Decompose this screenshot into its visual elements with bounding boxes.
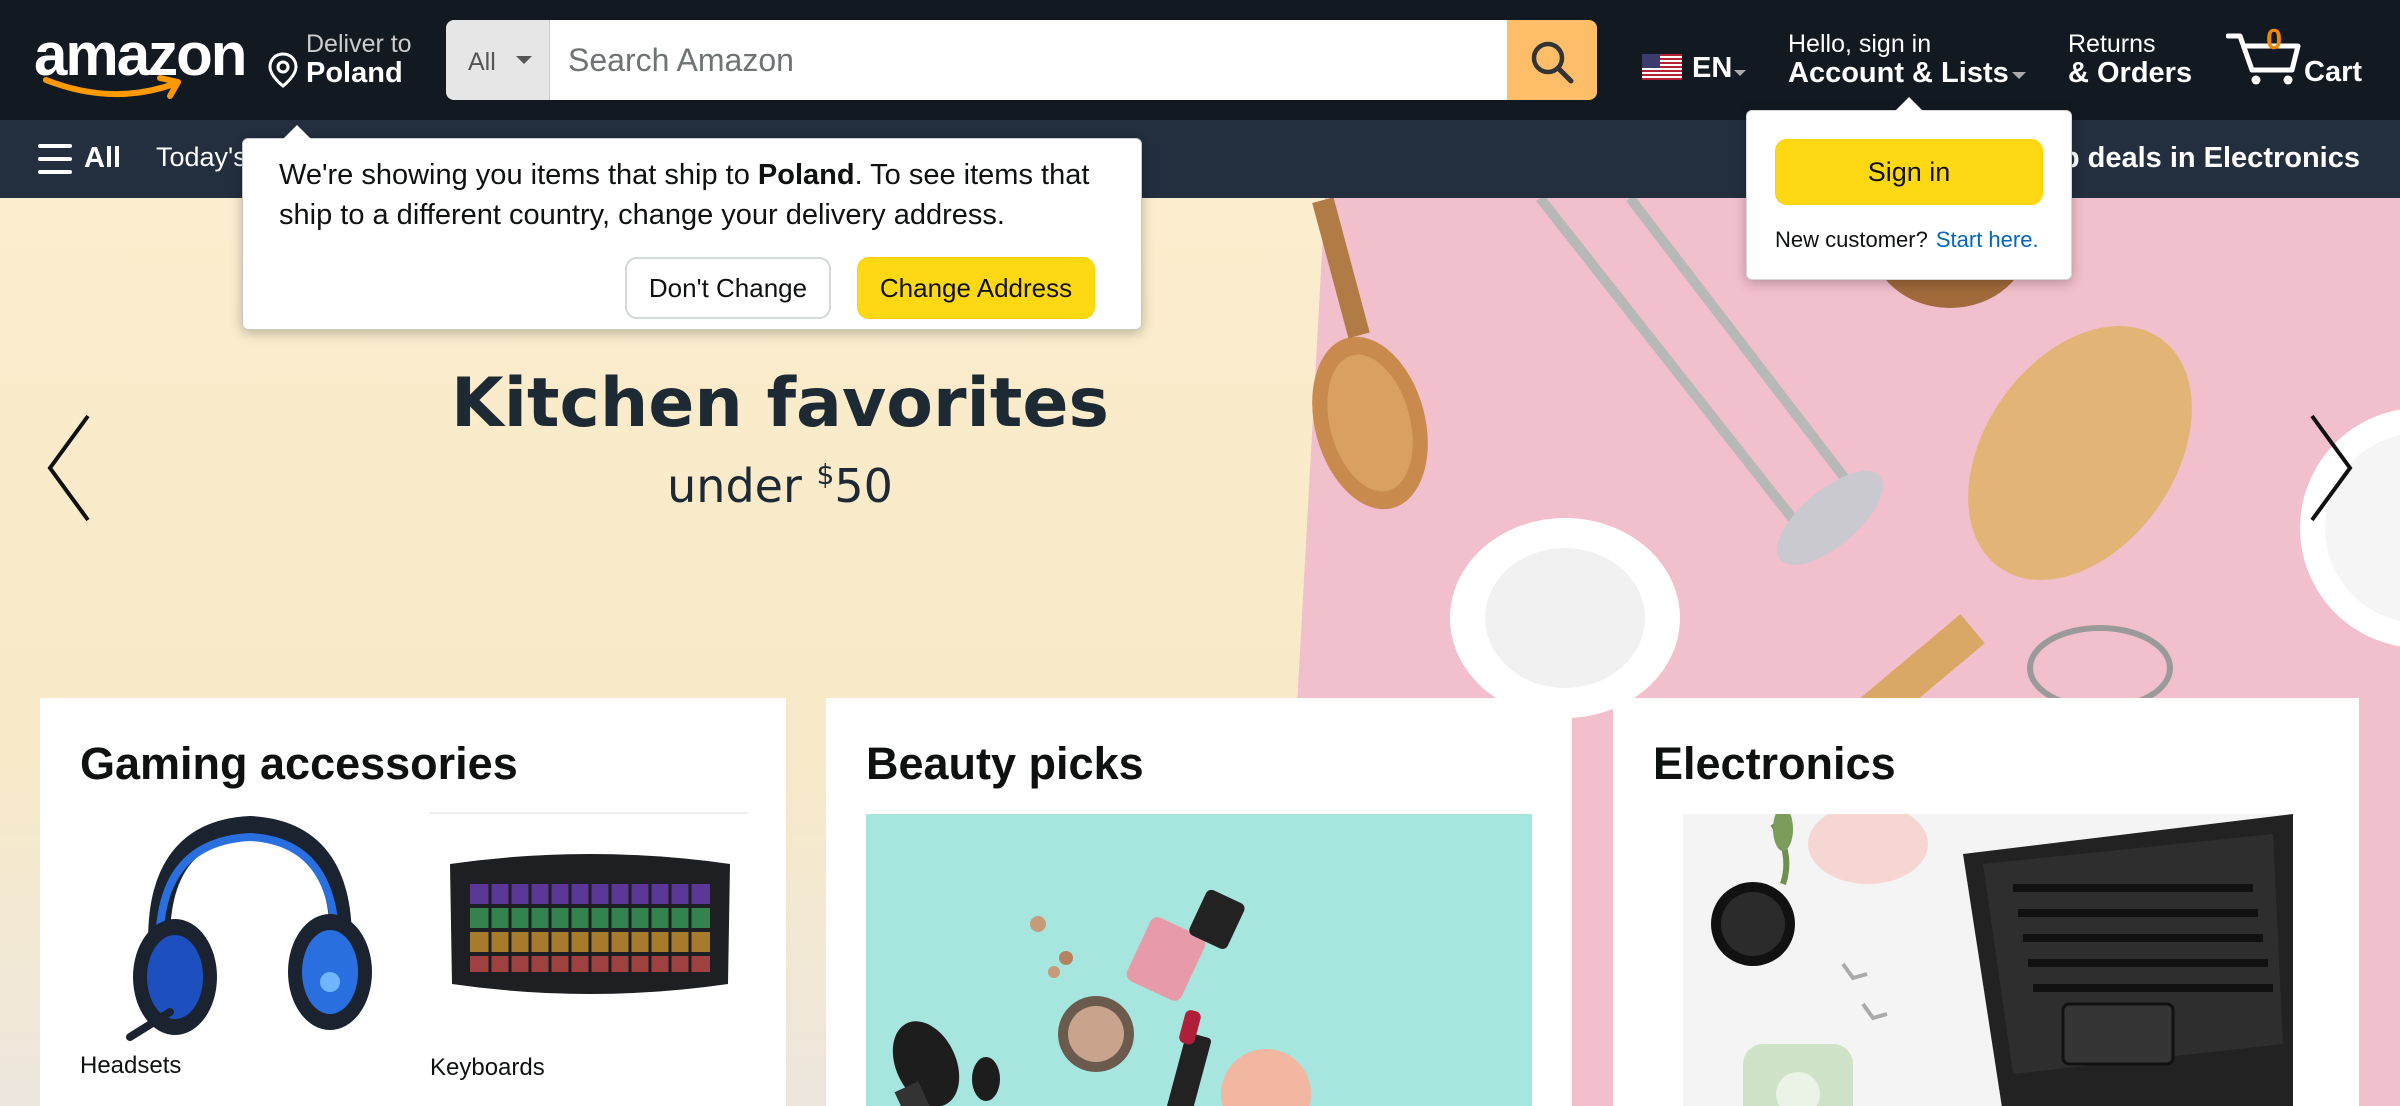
hero-subtitle-prefix: under	[667, 459, 817, 513]
nav-link-todays-deals[interactable]: Today's	[156, 142, 247, 173]
chevron-down-icon	[2012, 72, 2026, 79]
card-title[interactable]: Gaming accessories	[80, 738, 518, 790]
popover-caret	[283, 125, 311, 139]
search-bar: All	[446, 20, 1597, 100]
tile-keyboards[interactable]: Keyboards	[430, 812, 748, 1081]
headset-image	[126, 815, 372, 1041]
orders-label: & Orders	[2068, 57, 2193, 89]
search-category-dropdown[interactable]: All	[446, 20, 550, 100]
card-title[interactable]: Beauty picks	[866, 738, 1144, 790]
nav-link-electronics-deals[interactable]: p deals in Electronics	[2062, 142, 2360, 175]
laptop-desk-illustration	[1711, 814, 2293, 1106]
tile-headsets[interactable]: Headsets	[80, 812, 398, 1079]
search-icon	[1531, 41, 1574, 84]
hero-subtitle: under $50	[0, 458, 1560, 513]
cart-label: Cart	[2304, 56, 2363, 88]
nav-belt: amazon Deliver to Poland All Search Amaz…	[0, 0, 2400, 120]
deliver-to-label: Deliver to	[306, 30, 412, 58]
account-label: Account & Lists	[1788, 57, 2009, 89]
card-electronics: Electronics	[1613, 698, 2359, 1106]
all-menu-label: All	[84, 142, 122, 174]
search-button[interactable]	[1507, 20, 1597, 100]
new-customer-label: New customer?	[1775, 227, 1928, 252]
card-beauty-picks: Beauty picks	[826, 698, 1572, 1106]
popover-caret	[1895, 97, 1923, 111]
search-input[interactable]	[550, 20, 1507, 100]
carousel-next-button[interactable]	[2300, 408, 2360, 528]
language-code: EN	[1692, 52, 1733, 84]
search-category-label: All	[468, 48, 496, 76]
deliver-to[interactable]: Deliver to Poland	[268, 28, 418, 98]
hero-subtitle-currency: $	[816, 458, 835, 491]
hero-title: Kitchen favorites	[451, 364, 1109, 443]
amazon-smile-icon	[43, 75, 181, 99]
tile-caption: Keyboards	[430, 1054, 545, 1081]
electronics-image[interactable]	[1683, 814, 2293, 1106]
cart-icon	[2226, 33, 2301, 85]
us-flag-icon	[1642, 54, 1682, 80]
cart-count: 0	[2266, 24, 2283, 56]
language-selector[interactable]: EN	[1640, 50, 1750, 90]
delivery-location-message: We're showing you items that ship to Pol…	[279, 155, 1099, 235]
tile-caption: Headsets	[80, 1052, 182, 1079]
amazon-logo[interactable]: amazon	[30, 22, 247, 100]
start-here-link[interactable]: Start here.	[1936, 227, 2039, 252]
message-text-before: We're showing you items that ship to	[279, 159, 758, 191]
deliver-to-location: Poland	[306, 57, 403, 89]
sign-in-popover: Sign in New customer? Start here.	[1746, 97, 2072, 280]
hero-subtitle-amount: 50	[834, 459, 893, 513]
returns-label: Returns	[2068, 30, 2156, 58]
card-gaming-accessories: Gaming accessories Headsets Keyboards	[40, 698, 786, 1106]
account-greeting: Hello, sign in	[1788, 30, 1932, 58]
new-customer-row: New customer? Start here.	[1775, 227, 2039, 253]
cosmetics-illustration	[892, 889, 1311, 1106]
returns-and-orders[interactable]: Returns & Orders	[2068, 28, 2208, 98]
chevron-down-icon	[516, 56, 532, 64]
card-title[interactable]: Electronics	[1653, 738, 1896, 790]
chevron-down-icon	[1734, 70, 1746, 76]
beauty-image[interactable]	[866, 814, 1532, 1106]
keyboard-image	[450, 854, 730, 994]
account-and-lists[interactable]: Hello, sign in Account & Lists	[1788, 28, 2028, 98]
message-country: Poland	[757, 159, 855, 191]
change-address-button[interactable]: Change Address	[857, 257, 1095, 319]
carousel-prev-button[interactable]	[40, 408, 100, 528]
cart-button[interactable]: 0 Cart	[2226, 22, 2376, 98]
delivery-location-popover: We're showing you items that ship to Pol…	[242, 125, 1142, 330]
hero-banner[interactable]: Kitchen favorites under $50 Gaming acces…	[0, 198, 2400, 1106]
hamburger-icon	[38, 144, 74, 174]
sign-in-button[interactable]: Sign in	[1775, 139, 2043, 205]
dont-change-button[interactable]: Don't Change	[625, 257, 831, 319]
location-pin-icon	[268, 52, 298, 88]
